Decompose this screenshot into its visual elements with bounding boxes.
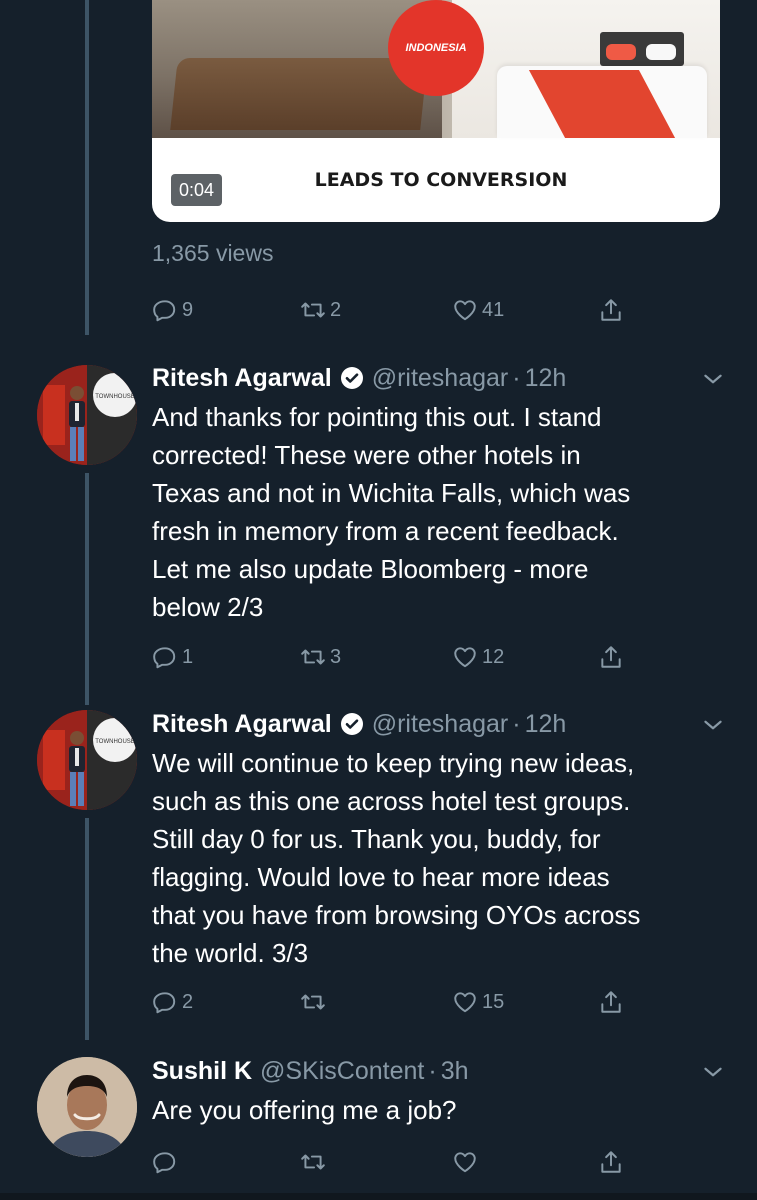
tweet-actions: 2 15	[152, 985, 632, 1019]
video-player[interactable]: INDONESIA LEADS TO CONVERSION 0:04	[152, 0, 720, 222]
reply-icon	[153, 300, 176, 322]
reply-count: 1	[182, 645, 194, 668]
caret-down-icon[interactable]	[700, 366, 726, 392]
tweet-text: Are you offering me a job?	[152, 1095, 457, 1125]
retweet-count: 3	[330, 645, 342, 668]
like-button[interactable]: 15	[452, 985, 504, 1019]
separator-dot: ·	[428, 1056, 437, 1085]
author-name[interactable]: Sushil K	[152, 1057, 252, 1086]
like-icon	[454, 300, 476, 321]
reply-icon	[153, 647, 176, 669]
tweet-timestamp[interactable]: 12h	[525, 364, 567, 393]
reply-button[interactable]	[152, 1145, 182, 1179]
tweet[interactable]: Ritesh Agarwal @riteshagar · 12h And tha…	[152, 362, 722, 626]
pillow	[646, 44, 676, 60]
retweet-button[interactable]	[300, 985, 330, 1019]
avatar-photo: TOWNHOUSE	[37, 365, 137, 465]
tweet-text: And thanks for pointing this out. I stan…	[152, 402, 631, 622]
tweet-header: Sushil K @SKisContent · 3h	[152, 1055, 722, 1087]
like-count: 41	[482, 298, 505, 321]
avatar-sign-text: TOWNHOUSE	[95, 739, 135, 745]
reply-count: 9	[182, 298, 194, 321]
view-count: 1,365 views	[152, 240, 274, 266]
avatar[interactable]: TOWNHOUSE	[37, 365, 137, 465]
avatar-photo	[37, 1057, 137, 1157]
reply-button[interactable]: 1	[152, 640, 193, 674]
reply-icon	[153, 992, 176, 1014]
share-button[interactable]	[598, 293, 624, 327]
author-name[interactable]: Ritesh Agarwal	[152, 710, 332, 739]
tweet-header: Ritesh Agarwal @riteshagar · 12h	[152, 708, 722, 740]
author-name[interactable]: Ritesh Agarwal	[152, 364, 332, 393]
author-handle[interactable]: @SKisContent	[260, 1057, 424, 1086]
tweet-actions	[152, 1145, 632, 1179]
retweet-icon	[301, 649, 325, 665]
like-icon	[454, 647, 476, 668]
share-button[interactable]	[598, 640, 624, 674]
reply-button[interactable]: 2	[152, 985, 193, 1019]
share-icon	[601, 1151, 621, 1173]
share-button[interactable]	[598, 1145, 624, 1179]
retweet-button[interactable]	[300, 1145, 330, 1179]
like-count: 12	[482, 645, 505, 668]
avatar[interactable]	[37, 1057, 137, 1157]
verified-badge-icon	[340, 713, 363, 735]
thread-line	[85, 473, 89, 705]
thread-line	[85, 818, 89, 1040]
tweet-actions: 1 3 12	[152, 640, 632, 674]
old-bed	[170, 58, 428, 130]
reply-button[interactable]: 9	[152, 293, 193, 327]
like-button[interactable]	[452, 1145, 482, 1179]
reply-count: 2	[182, 990, 194, 1013]
like-icon	[454, 992, 476, 1013]
thread-line	[85, 0, 89, 335]
video-duration: 0:04	[171, 174, 223, 206]
like-icon	[454, 1152, 476, 1173]
avatar[interactable]: TOWNHOUSE	[37, 710, 137, 810]
caret-down-icon[interactable]	[700, 1059, 726, 1085]
share-button[interactable]	[598, 985, 624, 1019]
tweet-timestamp[interactable]: 12h	[525, 710, 567, 739]
caret-down-icon[interactable]	[700, 712, 726, 738]
tweet[interactable]: Sushil K @SKisContent · 3h Are you offer…	[152, 1055, 722, 1129]
tweet[interactable]: Ritesh Agarwal @riteshagar · 12h We will…	[152, 708, 722, 972]
retweet-icon	[301, 994, 325, 1010]
reply-icon	[153, 1152, 176, 1174]
share-icon	[601, 646, 621, 668]
avatar-photo: TOWNHOUSE	[37, 710, 137, 810]
tweet-header: Ritesh Agarwal @riteshagar · 12h	[152, 362, 722, 394]
tweet-timestamp[interactable]: 3h	[441, 1057, 469, 1086]
pillow	[606, 44, 636, 60]
tweet-text: We will continue to keep trying new idea…	[152, 748, 641, 968]
separator-dot: ·	[512, 709, 521, 738]
like-count: 15	[482, 990, 505, 1013]
retweet-count: 2	[330, 298, 342, 321]
retweet-button[interactable]: 2	[300, 293, 341, 327]
retweet-button[interactable]: 3	[300, 640, 341, 674]
avatar-sign-text: TOWNHOUSE	[95, 394, 135, 400]
like-button[interactable]: 41	[452, 293, 504, 327]
verified-badge-icon	[340, 367, 363, 389]
share-icon	[601, 299, 621, 321]
retweet-icon	[301, 1154, 325, 1170]
video-thumbnail[interactable]: INDONESIA	[152, 0, 720, 138]
like-button[interactable]: 12	[452, 640, 504, 674]
country-badge: INDONESIA	[388, 0, 484, 96]
separator-dot: ·	[512, 363, 521, 392]
retweet-icon	[301, 302, 325, 318]
video-caption: LEADS TO CONVERSION	[314, 169, 568, 191]
tweet-actions: 9 2 41	[152, 293, 632, 327]
share-icon	[601, 991, 621, 1013]
author-handle[interactable]: @riteshagar	[372, 710, 509, 739]
author-handle[interactable]: @riteshagar	[372, 364, 509, 393]
bottom-divider	[0, 1193, 757, 1200]
